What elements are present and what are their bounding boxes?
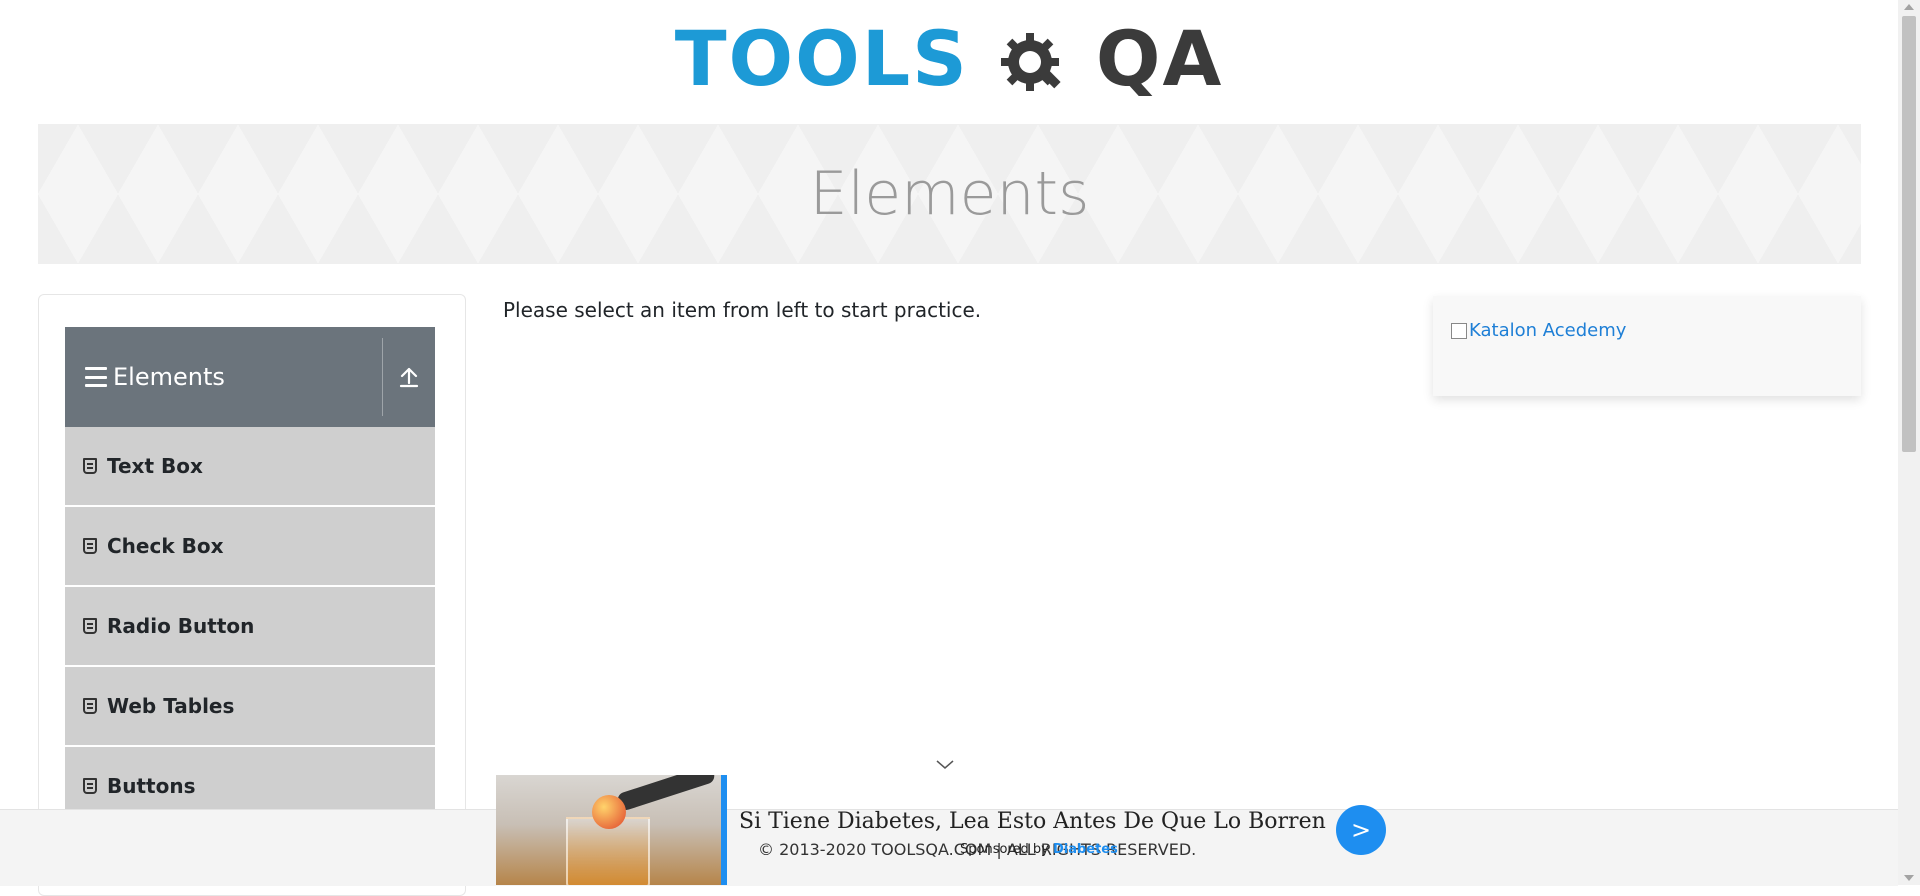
scroll-up-arrow-icon[interactable] (1904, 4, 1914, 10)
sidebar-item-web-tables[interactable]: Web Tables (65, 667, 435, 747)
sticky-ad-banner[interactable]: Si Tiene Diabetes, Lea Esto Antes De Que… (496, 775, 1386, 885)
side-ad-box: Katalon Acedemy (1433, 296, 1861, 396)
sponsored-prefix: Sponsored by (960, 842, 1049, 857)
ad-alt-text: Katalon Acedemy (1469, 320, 1627, 341)
sponsored-brand[interactable]: Diabetes (1053, 842, 1118, 857)
upload-arrow-icon[interactable] (383, 366, 435, 388)
ad-sponsored-label: Sponsored by Diabetes (960, 842, 1118, 857)
sidebar-group-header-elements[interactable]: Elements (65, 327, 435, 427)
sidebar-item-label: Text Box (107, 454, 203, 478)
gear-icon (1001, 33, 1061, 91)
pliers-shape (615, 775, 717, 813)
intro-text: Please select an item from left to start… (503, 298, 982, 322)
sidebar-item-radio-button[interactable]: Radio Button (65, 587, 435, 667)
html5-icon (83, 458, 97, 474)
scrollbar-thumb[interactable] (1902, 16, 1916, 452)
katalon-ad-link[interactable]: Katalon Acedemy (1451, 320, 1626, 341)
sidebar-item-label: Buttons (107, 774, 196, 798)
chevron-down-icon[interactable] (936, 756, 954, 774)
html5-icon (83, 698, 97, 714)
logo-text-main: TOOLS (674, 14, 969, 103)
page-scrollbar[interactable] (1898, 0, 1920, 885)
ad-go-button[interactable]: > (1336, 805, 1386, 855)
sidebar-menu-list: Text Box Check Box Radio Button Web Tabl… (65, 427, 435, 827)
ad-image[interactable] (496, 775, 721, 885)
sidebar-item-check-box[interactable]: Check Box (65, 507, 435, 587)
sidebar-item-label: Web Tables (107, 694, 235, 718)
broken-image-icon (1451, 322, 1467, 339)
page-banner: Elements (38, 124, 1861, 264)
fruit-shape (592, 795, 626, 829)
ad-accent-bar (721, 775, 727, 885)
sidebar-item-label: Radio Button (107, 614, 255, 638)
sidebar-item-text-box[interactable]: Text Box (65, 427, 435, 507)
html5-icon (83, 778, 97, 794)
html5-icon (83, 618, 97, 634)
toolsqa-logo[interactable]: TOOLS QA (675, 21, 1224, 99)
scroll-down-arrow-icon[interactable] (1904, 875, 1914, 881)
logo-text-accent: QA (1095, 14, 1224, 103)
chevron-svg (936, 760, 954, 769)
html5-icon (83, 538, 97, 554)
ad-headline[interactable]: Si Tiene Diabetes, Lea Esto Antes De Que… (739, 809, 1326, 834)
logo-text: TOOLS QA (675, 21, 1224, 99)
hamburger-icon (85, 367, 107, 387)
page-title: Elements (809, 159, 1090, 229)
sidebar-item-label: Check Box (107, 534, 224, 558)
sidebar-group-title: Elements (113, 363, 225, 391)
site-header: TOOLS QA (0, 0, 1898, 120)
sidebar-panel: Elements Text Box Check Box Radio Button… (38, 294, 466, 896)
collapse-arrow-svg (399, 367, 419, 388)
